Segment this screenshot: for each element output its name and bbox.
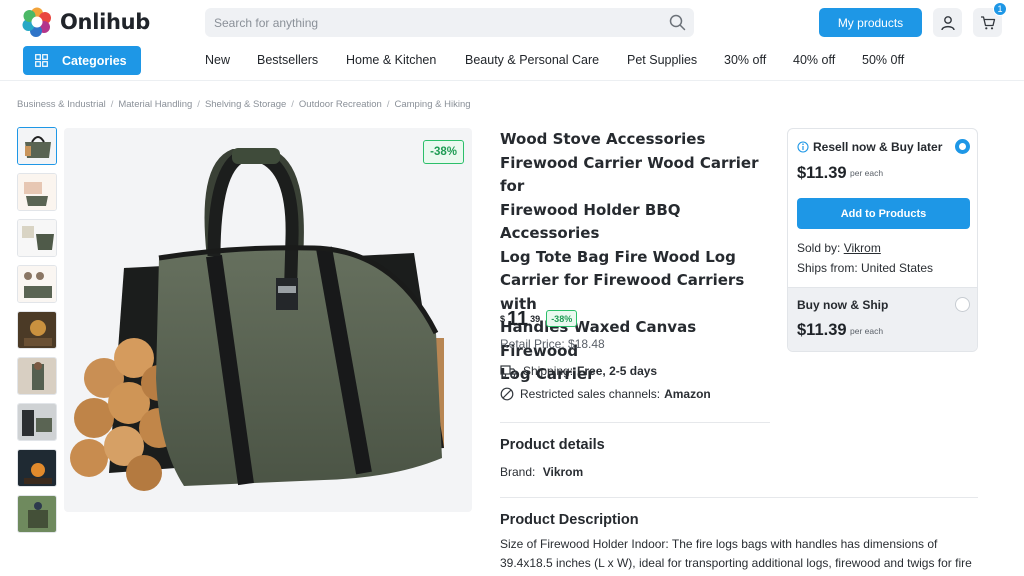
buy-ship-option[interactable]: Buy now & Ship $11.39 per each — [788, 287, 977, 351]
breadcrumb-item[interactable]: Camping & Hiking — [394, 99, 470, 110]
logo[interactable]: Onlihub — [22, 7, 150, 37]
product-description-heading: Product Description — [500, 512, 639, 528]
resell-option-heading[interactable]: Resell now & Buy later — [797, 140, 942, 154]
main-product-image[interactable]: -38% — [64, 128, 472, 512]
nav-item-home-kitchen[interactable]: Home & Kitchen — [346, 53, 436, 67]
thumbnail-image[interactable] — [17, 265, 57, 303]
nav-item-new[interactable]: New — [205, 53, 230, 67]
restricted-icon — [500, 387, 514, 401]
thumbnail-image[interactable] — [17, 173, 57, 211]
category-nav: New Bestsellers Home & Kitchen Beauty & … — [0, 53, 1024, 69]
restricted-label: Restricted sales channels: — [520, 387, 661, 401]
breadcrumb-item[interactable]: Shelving & Storage — [205, 99, 286, 110]
buy-ship-price: $11.39 — [797, 321, 847, 339]
resell-per-each: per each — [850, 168, 884, 178]
my-products-button[interactable]: My products — [819, 8, 922, 37]
breadcrumb-separator: / — [197, 99, 200, 110]
thumbnail-image[interactable] — [17, 403, 57, 441]
shipping-value: Free, 2-5 days — [577, 364, 658, 378]
product-description-text: Size of Firewood Holder Indoor: The fire… — [500, 537, 972, 576]
buy-box: Resell now & Buy later $11.39 per each A… — [787, 128, 978, 352]
nav-item-bestsellers[interactable]: Bestsellers — [257, 53, 318, 67]
brand-value: Vikrom — [542, 465, 584, 479]
truck-icon — [500, 365, 517, 378]
divider — [500, 497, 978, 498]
brand-label: Brand: — [500, 465, 536, 479]
breadcrumb-separator: / — [291, 99, 294, 110]
breadcrumb-item[interactable]: Outdoor Recreation — [299, 99, 382, 110]
price-currency: $ — [500, 314, 506, 324]
cart-count-badge: 1 — [993, 2, 1007, 16]
thumbnail-image[interactable] — [17, 311, 57, 349]
brand-info: Brand: Vikrom — [500, 465, 583, 479]
breadcrumb-item[interactable]: Material Handling — [118, 99, 192, 110]
resell-radio[interactable] — [955, 139, 970, 154]
buy-ship-per-each: per each — [850, 326, 884, 336]
title-line: Firewood Carrier Wood Carrier for — [500, 153, 759, 196]
discount-tag: -38% — [423, 140, 464, 164]
title-line: Wood Stove Accessories — [500, 130, 706, 148]
seller-link[interactable]: Vikrom — [844, 241, 881, 255]
site-header: Onlihub My products 1 Categories New Bes… — [0, 0, 1024, 81]
thumbnail-image[interactable] — [17, 495, 57, 533]
restricted-channels-info: Restricted sales channels: Amazon — [500, 387, 711, 401]
sold-by-label: Sold by: — [797, 241, 841, 255]
shipping-info: Shipping: Free, 2-5 days — [500, 364, 657, 378]
sold-by: Sold by: Vikrom — [797, 241, 881, 255]
resell-heading-label: Resell now & Buy later — [813, 140, 943, 154]
shipping-label: Shipping: — [523, 364, 574, 378]
price-decimal: 39 — [530, 314, 541, 324]
user-icon — [940, 15, 955, 30]
divider — [500, 422, 770, 423]
add-to-products-button[interactable]: Add to Products — [797, 198, 970, 229]
firewood-bag-image — [70, 148, 444, 491]
cart-icon — [980, 15, 995, 29]
search-icon[interactable] — [669, 14, 686, 31]
account-button[interactable] — [933, 8, 962, 37]
product-details-heading: Product details — [500, 437, 605, 453]
resell-price: $11.39 — [797, 164, 847, 182]
breadcrumb-item[interactable]: Business & Industrial — [17, 99, 106, 110]
buy-ship-heading: Buy now & Ship — [797, 298, 889, 312]
price-discount-badge: -38% — [546, 310, 578, 327]
title-line: Log Tote Bag Fire Wood Log — [500, 247, 736, 266]
breadcrumb: Business & Industrial / Material Handling /… — [17, 99, 471, 110]
retail-price: Retail Price: $18.48 — [500, 337, 605, 351]
nav-item-40-off[interactable]: 40% off — [793, 53, 835, 67]
price: $ 11 39 -38% — [500, 308, 578, 330]
breadcrumb-separator: / — [386, 99, 390, 110]
restricted-value: Amazon — [664, 387, 711, 401]
search-bar — [205, 8, 694, 37]
nav-item-pet-supplies[interactable]: Pet Supplies — [627, 53, 697, 67]
ships-from: Ships from: United States — [797, 261, 934, 275]
thumbnail-image[interactable] — [17, 449, 57, 487]
price-integer: 11 — [507, 308, 529, 330]
nav-item-beauty[interactable]: Beauty & Personal Care — [465, 53, 599, 67]
info-icon — [797, 141, 809, 153]
nav-item-50-off[interactable]: 50% 0ff — [862, 53, 904, 67]
logo-icon — [22, 7, 52, 37]
thumbnail-image[interactable] — [17, 127, 57, 165]
buy-ship-radio[interactable] — [955, 297, 970, 312]
nav-item-30-off[interactable]: 30% off — [724, 53, 766, 67]
thumbnail-image[interactable] — [17, 219, 57, 257]
search-input[interactable] — [205, 8, 645, 37]
cart-button[interactable]: 1 — [973, 2, 1007, 37]
breadcrumb-separator: / — [110, 99, 114, 110]
thumbnail-image[interactable] — [17, 357, 57, 395]
logo-text: Onlihub — [60, 10, 151, 34]
title-line: Firewood Holder BBQ Accessories — [500, 200, 681, 243]
